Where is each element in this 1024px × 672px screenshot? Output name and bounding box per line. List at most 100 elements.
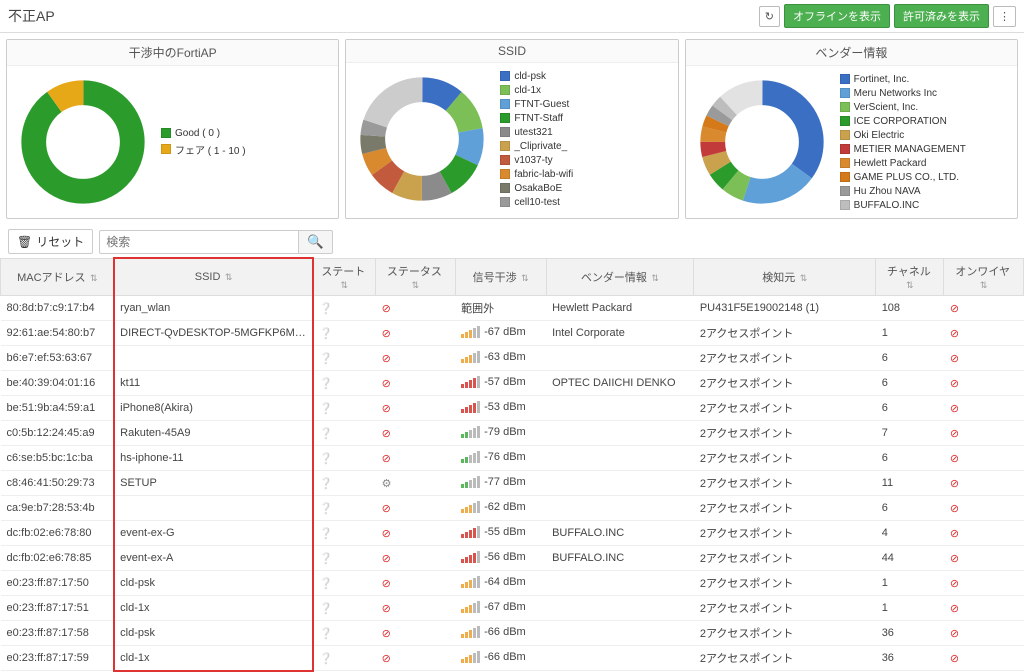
- legend-item[interactable]: OsakaBoE: [500, 183, 671, 194]
- signal-bars-icon: [461, 451, 480, 463]
- table-row[interactable]: e0:23:ff:87:17:58cld-psk❔⊘-66 dBm2アクセスポイ…: [1, 621, 1024, 646]
- legend-swatch: [500, 169, 510, 179]
- cell-onwire: ⊘: [944, 371, 1024, 396]
- legend-item[interactable]: utest321: [500, 127, 671, 138]
- search-input[interactable]: [99, 230, 299, 254]
- question-icon: ❔: [319, 478, 333, 490]
- cell-detect: 2アクセスポイント: [694, 646, 876, 671]
- cell-onwire: ⊘: [944, 321, 1024, 346]
- cell-status: ⊘: [376, 646, 456, 671]
- rogue-ap-table: MACアドレス ⇅SSID ⇅ステート ⇅ステータス ⇅信号干渉 ⇅ベンダー情報…: [0, 258, 1024, 671]
- signal-value: -79 dBm: [484, 426, 526, 438]
- table-row[interactable]: e0:23:ff:87:17:51cld-1x❔⊘-67 dBm2アクセスポイン…: [1, 596, 1024, 621]
- deny-icon: ⊘: [382, 353, 391, 365]
- col-header[interactable]: 信号干渉 ⇅: [455, 259, 546, 296]
- legend-item[interactable]: BUFFALO.INC: [840, 200, 1011, 211]
- vendor-donut-chart[interactable]: [692, 72, 832, 212]
- vendor-legend: Fortinet, Inc. Meru Networks Inc VerScient…: [840, 74, 1011, 211]
- table-row[interactable]: c8:46:41:50:29:73SETUP❔⚙-77 dBm2アクセスポイント…: [1, 471, 1024, 496]
- col-header[interactable]: 検知元 ⇅: [694, 259, 876, 296]
- table-row[interactable]: e0:23:ff:87:17:50cld-psk❔⊘-64 dBm2アクセスポイ…: [1, 571, 1024, 596]
- cell-state: ❔: [313, 371, 376, 396]
- legend-item[interactable]: ICE CORPORATION: [840, 116, 1011, 127]
- table-row[interactable]: 80:8d:b7:c9:17:b4ryan_wlan❔⊘範囲外Hewlett P…: [1, 296, 1024, 321]
- deny-icon: ⊘: [950, 578, 959, 590]
- signal-value: -66 dBm: [484, 651, 526, 663]
- legend-item[interactable]: フェア ( 1 - 10 ): [161, 142, 332, 157]
- legend-item[interactable]: VerScient, Inc.: [840, 102, 1011, 113]
- question-icon: ❔: [319, 603, 333, 615]
- panel-vendor: ベンダー情報 Fortinet, Inc.Meru Networks IncVe…: [685, 39, 1018, 219]
- reset-button[interactable]: 🗑 リセット: [8, 229, 93, 254]
- cell-channel: 1: [876, 596, 944, 621]
- table-row[interactable]: 92:61:ae:54:80:b7DIRECT-QvDESKTOP-5MGFKP…: [1, 321, 1024, 346]
- col-header-label: ベンダー情報: [581, 272, 647, 284]
- cell-mac: c6:se:b5:bc:1c:ba: [1, 446, 115, 471]
- legend-item[interactable]: Oki Electric: [840, 130, 1011, 141]
- legend-item[interactable]: Hu Zhou NAVA: [840, 186, 1011, 197]
- signal-bars-icon: [461, 326, 480, 338]
- legend-item[interactable]: FTNT-Staff: [500, 113, 671, 124]
- col-header[interactable]: オンワイヤ ⇅: [944, 259, 1024, 296]
- table-row[interactable]: be:51:9b:a4:59:a1iPhone8(Akira)❔⊘-53 dBm…: [1, 396, 1024, 421]
- table-row[interactable]: be:40:39:04:01:16kt11❔⊘-57 dBmOPTEC DAII…: [1, 371, 1024, 396]
- legend-item[interactable]: _Cliprivate_: [500, 141, 671, 152]
- legend-item[interactable]: Fortinet, Inc.: [840, 74, 1011, 85]
- cell-detect: 2アクセスポイント: [694, 371, 876, 396]
- show-offline-button[interactable]: オフラインを表示: [784, 4, 890, 28]
- col-header[interactable]: MACアドレス ⇅: [1, 259, 115, 296]
- cell-vendor: [546, 496, 694, 521]
- fortiap-donut-chart[interactable]: [13, 72, 153, 212]
- cell-detect: 2アクセスポイント: [694, 546, 876, 571]
- legend-swatch: [840, 74, 850, 84]
- kebab-icon: ⋮: [999, 10, 1010, 23]
- table-row[interactable]: ca:9e:b7:28:53:4b❔⊘-62 dBm2アクセスポイント6⊘: [1, 496, 1024, 521]
- legend-item[interactable]: cld-psk: [500, 71, 671, 82]
- deny-icon: ⊘: [950, 553, 959, 565]
- legend-item[interactable]: METIER MANAGEMENT: [840, 144, 1011, 155]
- legend-label: Hewlett Packard: [854, 158, 927, 169]
- legend-item[interactable]: GAME PLUS CO., LTD.: [840, 172, 1011, 183]
- legend-item[interactable]: Hewlett Packard: [840, 158, 1011, 169]
- legend-item[interactable]: Meru Networks Inc: [840, 88, 1011, 99]
- overflow-menu-button[interactable]: ⋮: [993, 6, 1016, 27]
- legend-item[interactable]: fabric-lab-wifi: [500, 169, 671, 180]
- sort-icon: ⇅: [980, 280, 988, 290]
- legend-item[interactable]: v1037-ty: [500, 155, 671, 166]
- cell-detect: 2アクセスポイント: [694, 346, 876, 371]
- col-header[interactable]: ベンダー情報 ⇅: [546, 259, 694, 296]
- show-approved-button[interactable]: 許可済みを表示: [894, 4, 989, 28]
- ssid-donut-chart[interactable]: [352, 69, 492, 209]
- refresh-button[interactable]: ↻: [759, 6, 780, 27]
- cell-status: ⊘: [376, 296, 456, 321]
- table-row[interactable]: dc:fb:02:e6:78:80event-ex-G❔⊘-55 dBmBUFF…: [1, 521, 1024, 546]
- legend-item[interactable]: cld-1x: [500, 85, 671, 96]
- cell-detect: 2アクセスポイント: [694, 421, 876, 446]
- table-row[interactable]: c6:se:b5:bc:1c:bahs-iphone-11❔⊘-76 dBm2ア…: [1, 446, 1024, 471]
- cell-onwire: ⊘: [944, 546, 1024, 571]
- cell-channel: 108: [876, 296, 944, 321]
- legend-item[interactable]: FTNT-Guest: [500, 99, 671, 110]
- cell-vendor: [546, 346, 694, 371]
- question-icon: ❔: [319, 353, 333, 365]
- legend-item[interactable]: cell10-test: [500, 197, 671, 208]
- col-header[interactable]: ステート ⇅: [313, 259, 376, 296]
- cell-mac: c8:46:41:50:29:73: [1, 471, 115, 496]
- cell-state: ❔: [313, 471, 376, 496]
- search-button[interactable]: 🔍: [299, 230, 333, 254]
- col-header[interactable]: チャネル ⇅: [876, 259, 944, 296]
- signal-value: -56 dBm: [484, 551, 526, 563]
- col-header[interactable]: ステータス ⇅: [376, 259, 456, 296]
- table-row[interactable]: dc:fb:02:e6:78:85event-ex-A❔⊘-56 dBmBUFF…: [1, 546, 1024, 571]
- deny-icon: ⊘: [950, 453, 959, 465]
- panel-ssid-title: SSID: [346, 40, 677, 63]
- table-row[interactable]: c0:5b:12:24:45:a9Rakuten-45A9❔⊘-79 dBm2ア…: [1, 421, 1024, 446]
- signal-value: -67 dBm: [484, 326, 526, 338]
- cell-channel: 7: [876, 421, 944, 446]
- legend-item[interactable]: Good ( 0 ): [161, 128, 332, 139]
- table-row[interactable]: e0:23:ff:87:17:59cld-1x❔⊘-66 dBm2アクセスポイン…: [1, 646, 1024, 671]
- col-header[interactable]: SSID ⇅: [114, 259, 313, 296]
- cell-vendor: Intel Corporate: [546, 321, 694, 346]
- table-row[interactable]: b6:e7:ef:53:63:67❔⊘-63 dBm2アクセスポイント6⊘: [1, 346, 1024, 371]
- legend-label: FTNT-Guest: [514, 99, 569, 110]
